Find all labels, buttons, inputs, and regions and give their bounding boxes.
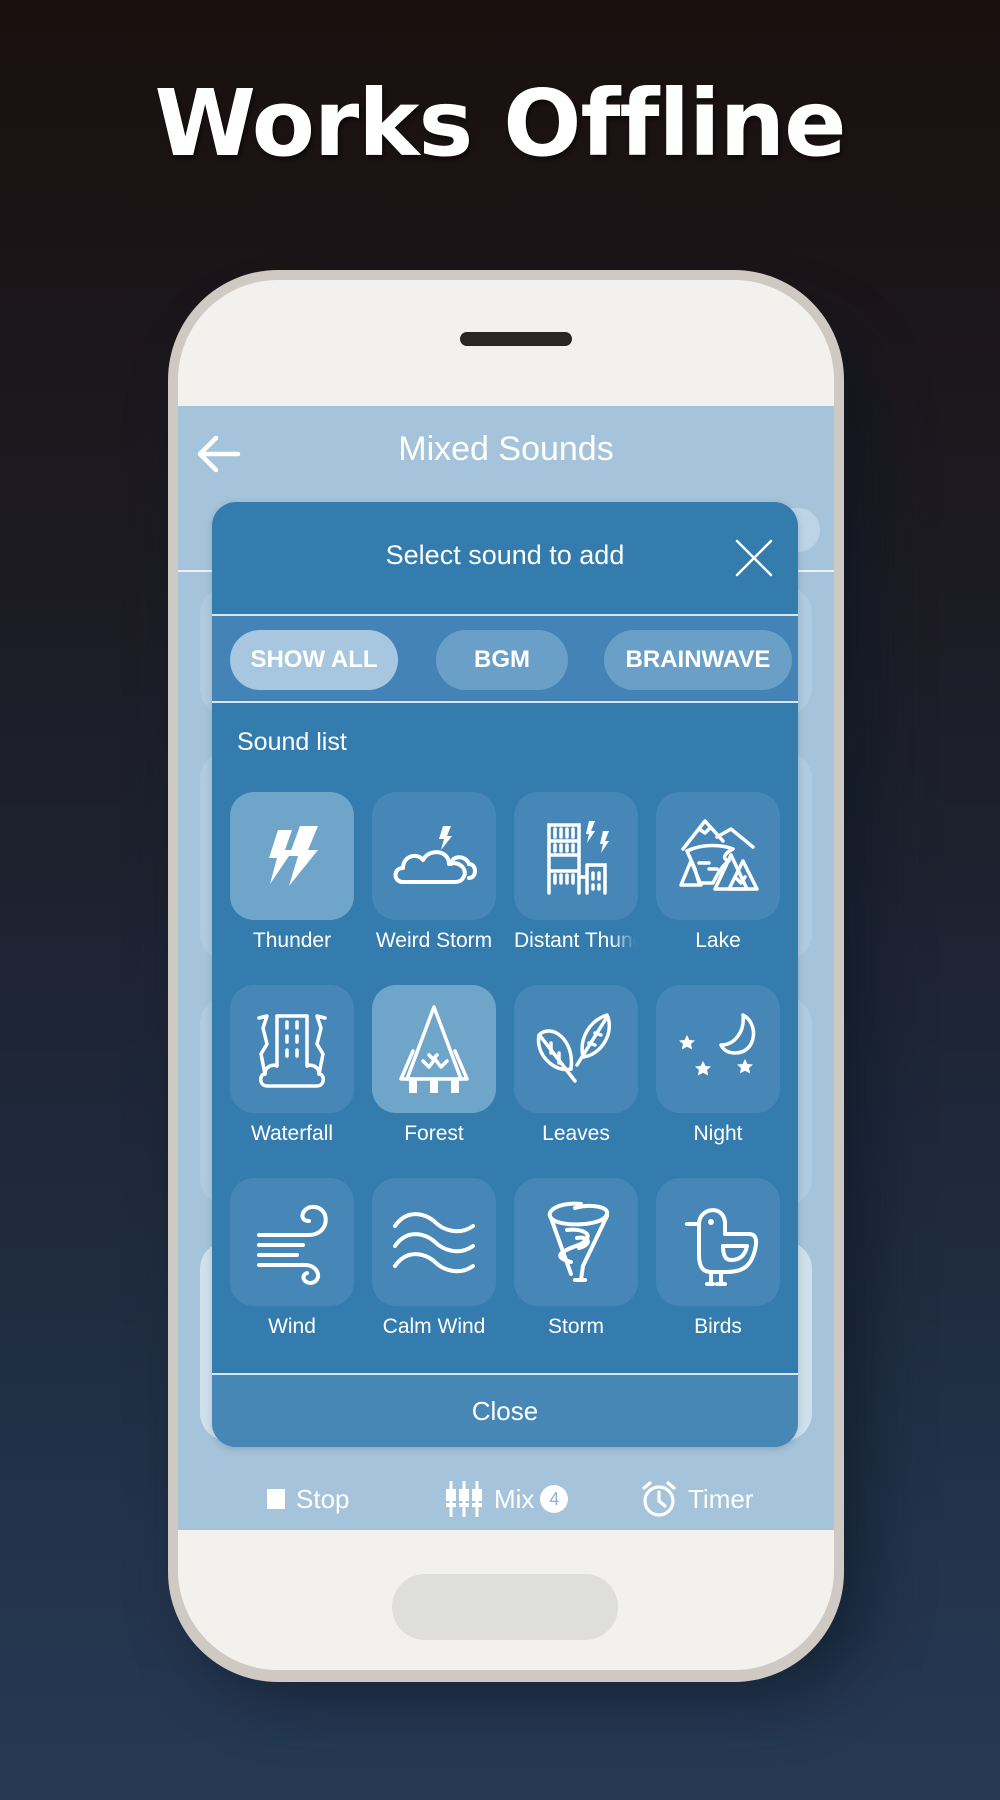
filter-bar: SHOW ALL BGM BRAINWAVE [212,616,798,702]
mixer-icon [446,1481,482,1517]
bird-icon [685,1208,759,1286]
tornado-icon [547,1201,609,1282]
sound-label: Weird Storm [375,929,493,952]
sound-tile-leaves[interactable]: Leaves [514,985,638,1153]
close-x-icon [735,539,773,577]
phone-speaker [460,332,572,346]
page-title: Mixed Sounds [398,430,614,468]
stop-button[interactable]: Stop [266,1468,350,1530]
building-lightning-icon [547,821,609,895]
sound-label: Leaves [542,1122,610,1145]
phone-frame: Mixed Sounds Select sound to add SHOW AL… [168,270,844,1682]
select-sound-dialog: Select sound to add SHOW ALL BGM BRAINWA… [212,502,798,1447]
promo-headline: Works Offline [154,70,847,177]
filter-chip-brainwave[interactable]: BRAINWAVE [604,630,792,690]
sound-label: Wind [268,1315,316,1338]
timer-button[interactable]: Timer [640,1468,753,1530]
sound-grid: Thunder Weird Storm Distant Thun Lake Wa… [230,792,784,1346]
sound-tile-calm-wind[interactable]: Calm Wind [372,1178,496,1346]
sound-tile-weird-storm[interactable]: Weird Storm [372,792,496,960]
sound-tile-storm[interactable]: Storm [514,1178,638,1346]
sound-tile-wind[interactable]: Wind [230,1178,354,1346]
sound-tile-night[interactable]: Night [656,985,780,1153]
sound-label: Calm Wind [382,1315,486,1338]
sound-label: Forest [404,1122,464,1145]
filter-chip-show-all[interactable]: SHOW ALL [230,630,398,690]
sound-tile-thunder[interactable]: Thunder [230,792,354,960]
filter-chip-bgm[interactable]: BGM [436,630,568,690]
sound-tile-lake[interactable]: Lake [656,792,780,960]
sound-label: Waterfall [250,1122,334,1145]
sound-tile-forest[interactable]: Forest [372,985,496,1153]
phone-body: Mixed Sounds Select sound to add SHOW AL… [178,280,834,1670]
waves-icon [393,1212,475,1274]
sound-label: Storm [547,1315,604,1338]
leaves-icon [536,1013,611,1083]
moon-stars-icon [679,1013,756,1076]
thunder-icon [269,826,318,886]
app-screen: Mixed Sounds Select sound to add SHOW AL… [178,406,834,1530]
home-button[interactable] [392,1574,618,1640]
sound-tile-birds[interactable]: Birds [656,1178,780,1346]
waterfall-icon [257,1014,327,1088]
sound-list-label: Sound list [237,728,347,756]
sound-label: Distant Thunder [514,929,636,952]
bottom-bar: Stop Mix 4 Timer [178,1468,834,1530]
stop-icon [267,1489,285,1509]
mix-button[interactable]: Mix 4 [444,1468,569,1530]
wind-icon [257,1204,328,1286]
lake-mountains-icon [679,819,759,891]
sound-tile-waterfall[interactable]: Waterfall [230,985,354,1153]
dialog-title: Select sound to add [385,540,625,570]
sound-label: Thunder [252,929,332,952]
mix-label: Mix [494,1483,535,1514]
sound-tile-distant-thunder[interactable]: Distant Thunder [514,792,638,960]
close-button[interactable]: Close [212,1375,798,1447]
alarm-clock-icon [642,1481,676,1517]
timer-label: Timer [688,1483,754,1514]
mix-count-badge: 4 [540,1485,569,1513]
cloud-lightning-icon [393,826,477,884]
dialog-close-button[interactable] [732,536,776,580]
sound-label: Night [693,1122,743,1145]
stop-label: Stop [296,1483,350,1514]
dialog-header: Select sound to add [212,502,798,614]
sound-label: Birds [694,1315,742,1338]
sound-label: Lake [695,929,741,952]
divider [212,701,798,703]
forest-icon [399,1005,469,1093]
